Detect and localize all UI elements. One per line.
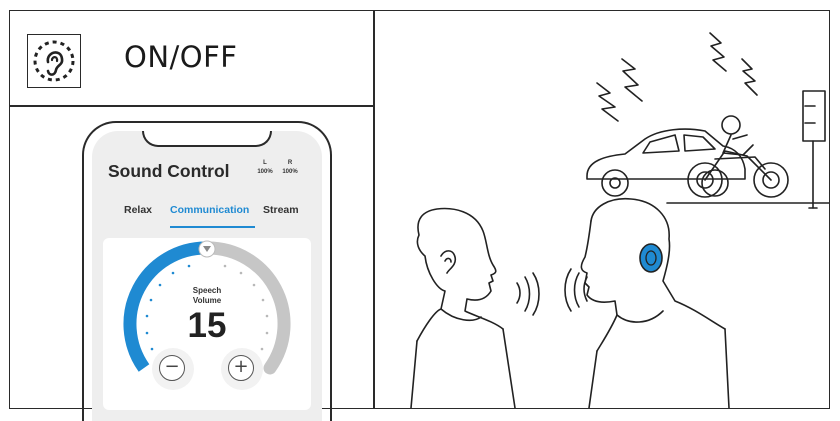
battery-left-side: L: [263, 160, 267, 166]
speech-label-line2: Volume: [192, 296, 222, 305]
battery-left: L 100%: [255, 159, 275, 177]
phone-notch: [142, 131, 272, 147]
person-left: [410, 207, 516, 408]
battery-right-level: 100%: [282, 169, 298, 175]
active-tab-indicator: [170, 226, 255, 228]
volume-card: Speech Volume 15 − +: [103, 238, 311, 410]
header-divider: [9, 105, 374, 107]
mode-tabs: Relax Communication Stream: [92, 204, 322, 224]
conversation-scene: [410, 32, 829, 408]
phone-mockup: Sound Control L 100% R 100% Relax Commun…: [82, 121, 332, 421]
motorcycle-icon: [687, 115, 789, 198]
earbud-icon: [639, 243, 663, 273]
ear-icon[interactable]: [27, 34, 81, 88]
app-title: Sound Control: [108, 161, 230, 181]
sound-wave-icon: [516, 268, 588, 316]
speech-label-line1: Speech: [192, 286, 222, 295]
plus-icon: +: [228, 355, 254, 381]
app-screen: Sound Control L 100% R 100% Relax Commun…: [92, 131, 322, 421]
traffic-light-icon: [802, 90, 826, 209]
person-right: [580, 197, 730, 408]
battery-right: R 100%: [280, 159, 300, 177]
noise-bolt-icon: [596, 32, 758, 122]
tab-communication[interactable]: Communication: [170, 204, 249, 216]
battery-right-side: R: [287, 160, 293, 166]
decrease-button[interactable]: −: [152, 348, 194, 390]
minus-icon: −: [159, 355, 185, 381]
increase-button[interactable]: +: [221, 348, 263, 390]
battery-left-level: 100%: [257, 169, 273, 175]
tab-stream[interactable]: Stream: [263, 204, 299, 216]
speech-volume-label: Speech Volume: [103, 286, 311, 306]
tab-relax[interactable]: Relax: [124, 204, 152, 216]
volume-value: 15: [187, 306, 227, 345]
on-off-label: ON/OFF: [124, 40, 238, 74]
